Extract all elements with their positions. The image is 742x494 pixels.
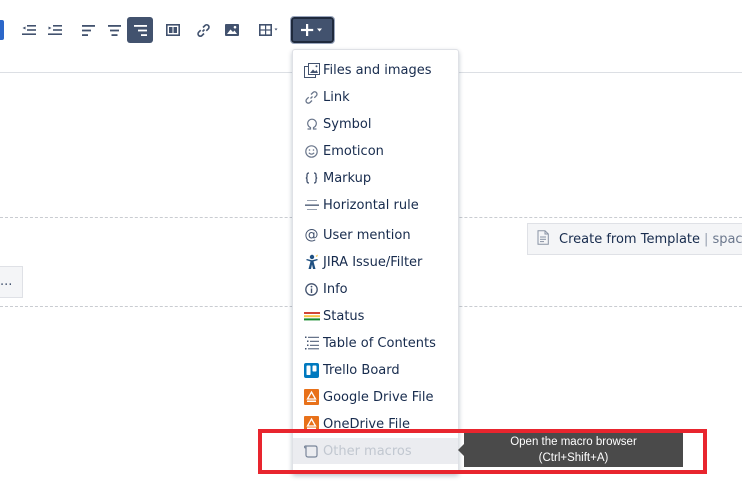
menu-item-status[interactable]: Status	[293, 303, 458, 329]
menu-item-toc[interactable]: Table of Contents	[293, 330, 458, 356]
align-right-icon	[133, 24, 147, 36]
status-icon	[303, 308, 320, 324]
menu-item-label: Markup	[323, 170, 372, 186]
info-icon	[303, 281, 320, 297]
indent-button[interactable]	[42, 17, 68, 43]
menu-item-label: Google Drive File	[323, 389, 434, 405]
insert-menu: Files and images Link Symbol Emoticon Ma…	[292, 49, 459, 474]
highlight-box	[258, 429, 707, 474]
menu-item-label: Emoticon	[323, 143, 384, 159]
menu-item-label: Symbol	[323, 116, 372, 132]
menu-item-label: User mention	[323, 227, 411, 243]
menu-item-label: Link	[323, 89, 350, 105]
align-right-button[interactable]	[127, 17, 153, 43]
page-layout-button[interactable]	[160, 17, 186, 43]
image-icon	[225, 24, 239, 36]
menu-item-label: Trello Board	[323, 362, 400, 378]
menu-item-label: Status	[323, 308, 365, 324]
template-separator: |	[704, 231, 709, 247]
at-icon: @	[304, 227, 319, 243]
menu-item-symbol[interactable]: Symbol	[293, 111, 458, 137]
plus-icon	[300, 23, 326, 37]
menu-item-emoticon[interactable]: Emoticon	[293, 138, 458, 164]
link-icon	[196, 23, 210, 37]
align-left-button[interactable]	[75, 17, 101, 43]
ellipsis-label: ...	[0, 274, 13, 289]
jira-icon	[303, 254, 320, 270]
link-icon	[303, 89, 320, 105]
layout-icon	[166, 24, 180, 36]
create-from-template-button[interactable]: Create from Template | space	[527, 223, 742, 255]
align-center-button[interactable]	[101, 17, 127, 43]
menu-item-google-drive[interactable]: Google Drive File	[293, 384, 458, 410]
insert-link-button[interactable]	[190, 17, 216, 43]
horizontal-rule-icon	[303, 197, 320, 213]
indent-icon	[48, 24, 62, 36]
menu-item-horizontal-rule[interactable]: Horizontal rule	[293, 192, 458, 218]
menu-item-label: JIRA Issue/Filter	[323, 254, 423, 270]
menu-item-trello[interactable]: Trello Board	[293, 357, 458, 383]
smiley-icon	[303, 143, 320, 159]
table-icon	[259, 24, 281, 36]
toolbar-edge-marker	[0, 20, 4, 40]
menu-item-link[interactable]: Link	[293, 84, 458, 110]
menu-item-label: Info	[323, 281, 348, 297]
menu-item-label: Horizontal rule	[323, 197, 419, 213]
braces-icon	[303, 170, 320, 186]
outdent-icon	[22, 24, 36, 36]
menu-item-info[interactable]: Info	[293, 276, 458, 302]
align-center-icon	[107, 24, 121, 36]
more-options-button[interactable]: ...	[0, 266, 23, 298]
insert-image-button[interactable]	[219, 17, 245, 43]
files-images-icon	[303, 62, 320, 78]
trello-icon	[303, 362, 320, 378]
google-drive-icon	[303, 389, 320, 405]
toc-icon	[303, 335, 320, 351]
menu-item-files-images[interactable]: Files and images	[293, 57, 458, 83]
template-button-label: Create from Template	[559, 231, 701, 247]
template-document-icon	[537, 229, 549, 249]
menu-item-label: Table of Contents	[323, 335, 436, 351]
template-space-label: space	[712, 231, 742, 247]
insert-table-button[interactable]	[255, 17, 285, 43]
align-left-icon	[81, 24, 95, 36]
menu-item-user-mention[interactable]: @ User mention	[293, 222, 458, 248]
outdent-button[interactable]	[16, 17, 42, 43]
menu-item-jira[interactable]: JIRA Issue/Filter	[293, 249, 458, 275]
menu-item-markup[interactable]: Markup	[293, 165, 458, 191]
insert-more-button[interactable]	[290, 16, 335, 44]
omega-icon	[303, 116, 320, 132]
menu-item-label: Files and images	[323, 62, 432, 78]
